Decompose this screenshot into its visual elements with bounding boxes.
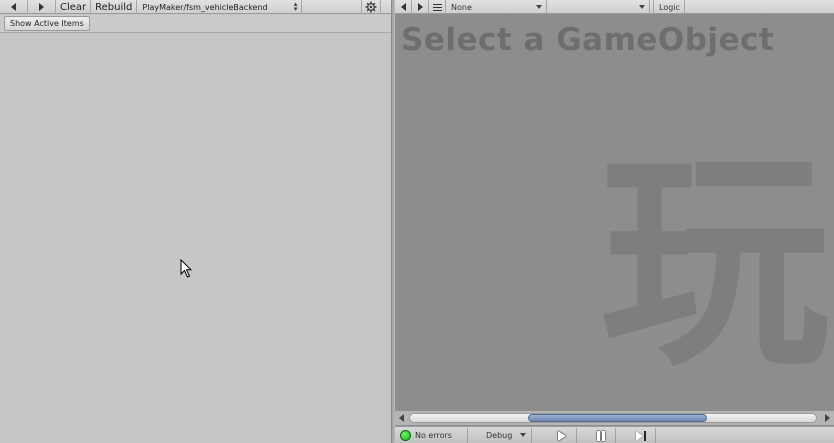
play-button[interactable] [547,428,577,443]
rebuild-button[interactable]: Rebuild [91,0,138,14]
caret-down-icon [639,5,645,9]
back-button[interactable] [0,0,28,14]
graph-forward-button[interactable] [412,0,429,14]
clear-button[interactable]: Clear [56,0,92,14]
fsm-selector[interactable]: PlayMaker/fsm_vehicleBackend ▴ ▾ [137,0,303,14]
fsm-graph-pane: None Logic Select a GameObject 玩 No erro [395,0,834,443]
scroll-track[interactable] [409,413,817,423]
watermark-logo: 玩 [600,131,831,398]
show-active-items-button[interactable]: Show Active Items [4,16,90,31]
caret-down-icon [536,5,542,9]
scroll-right-icon[interactable] [825,414,830,422]
gameobject-dropdown-value: None [451,2,472,12]
scroll-thumb[interactable] [528,414,707,422]
fsm-dropdown[interactable] [547,0,650,14]
fsm-list-button[interactable] [429,0,446,14]
left-toolbar: Clear Rebuild PlayMaker/fsm_vehicleBacke… [0,0,391,14]
debug-label: Debug [486,431,513,440]
playmaker-editor-window: Clear Rebuild PlayMaker/fsm_vehicleBacke… [0,0,834,443]
play-icon [557,430,566,441]
triangle-right-icon [39,3,44,11]
gameobject-dropdown[interactable]: None [446,0,547,14]
errors-indicator[interactable]: No errors [400,428,468,443]
up-down-arrows-icon: ▴ ▾ [293,0,298,13]
step-button[interactable] [626,428,656,443]
graph-canvas[interactable]: Select a GameObject 玩 [395,15,834,411]
list-icon [432,3,442,11]
right-toolbar: None Logic [395,0,834,14]
forward-button[interactable] [28,0,56,14]
triangle-left-icon [11,3,16,11]
debug-dropdown[interactable]: Debug [484,428,532,443]
left-subbar: Show Active Items [0,15,391,33]
status-ok-icon [400,430,411,441]
fsm-selector-value: PlayMaker/fsm_vehicleBackend [142,2,268,12]
triangle-left-icon [400,3,406,11]
status-bar: No errors Debug [395,426,834,443]
pause-button[interactable] [586,428,616,443]
triangle-right-icon [417,3,423,11]
mouse-cursor-icon [180,259,193,278]
select-gameobject-heading: Select a GameObject [401,22,775,58]
fsm-list-pane: Clear Rebuild PlayMaker/fsm_vehicleBacke… [0,0,391,443]
settings-button[interactable] [361,0,381,14]
scroll-left-icon[interactable] [399,414,404,422]
gear-icon [365,1,377,13]
step-forward-icon [635,430,646,441]
pause-icon [596,430,605,441]
horizontal-scrollbar[interactable] [395,410,834,425]
logic-button[interactable]: Logic [653,0,685,14]
errors-label: No errors [415,431,452,440]
caret-down-icon [520,433,526,437]
graph-back-button[interactable] [395,0,412,14]
